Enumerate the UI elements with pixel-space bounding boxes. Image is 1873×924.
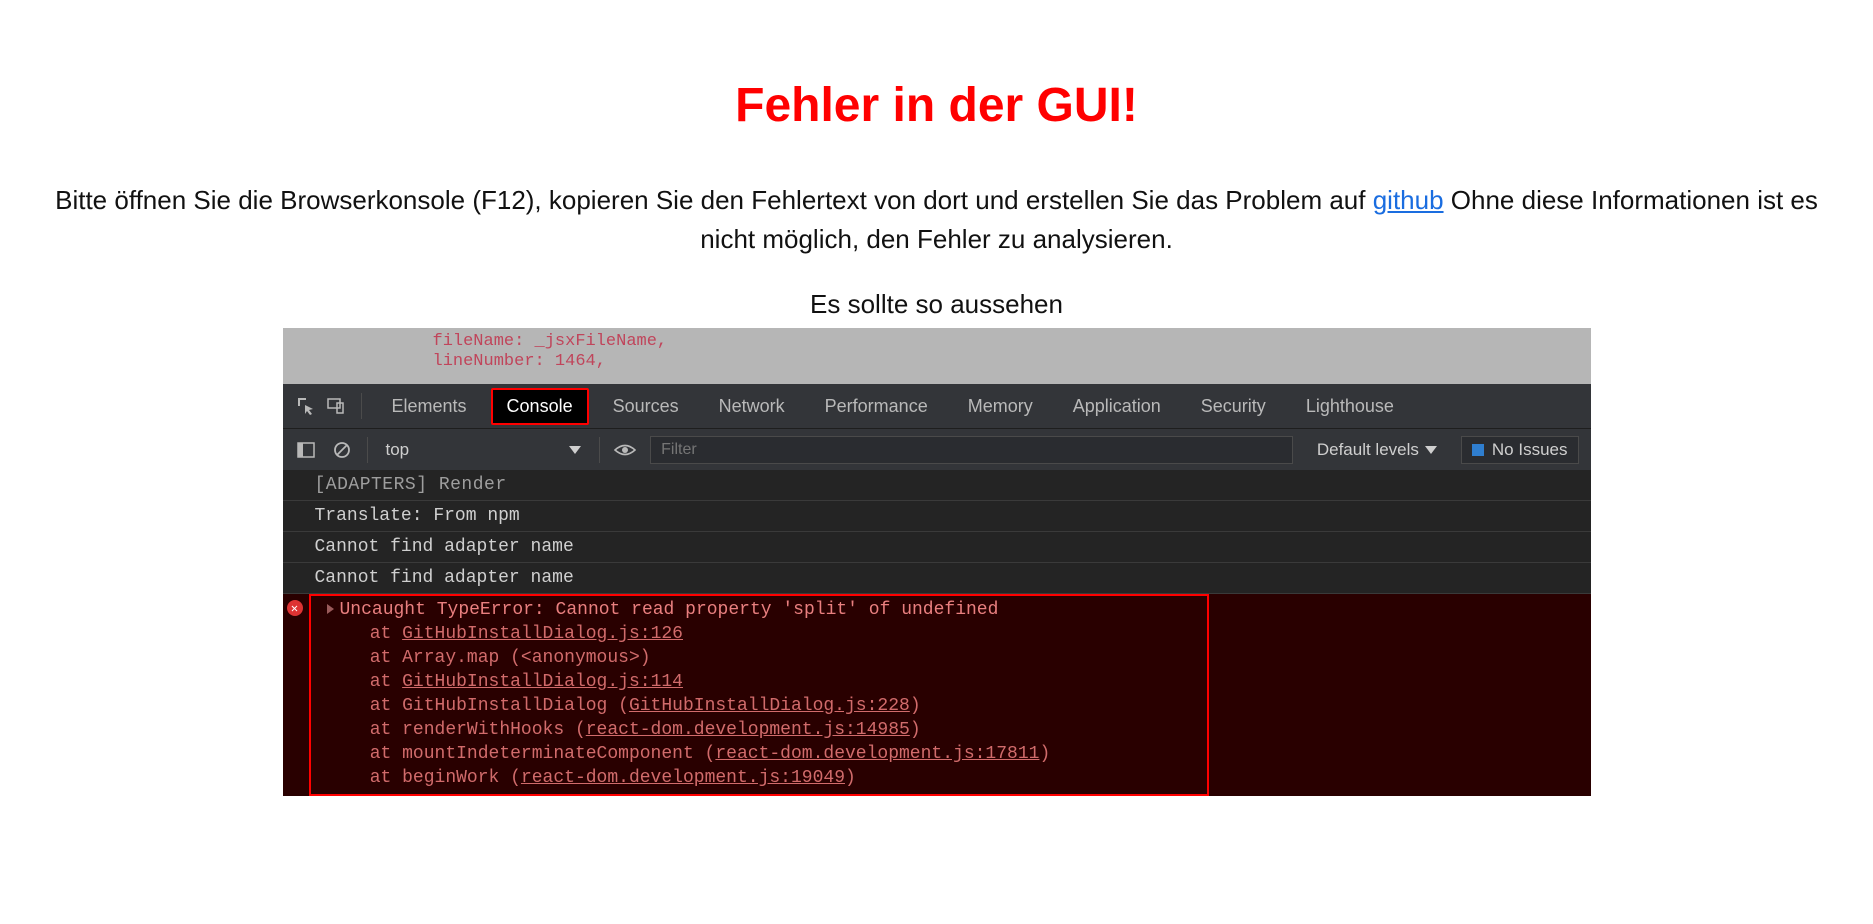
inspect-icon[interactable]	[295, 395, 317, 417]
stack-frame: at Array.map (<anonymous>)	[323, 646, 1591, 670]
chevron-down-icon	[1425, 446, 1437, 454]
devtools-screenshot: fileName: _jsxFileName, lineNumber: 1464…	[283, 328, 1591, 796]
stack-frame: at GitHubInstallDialog.js:114	[323, 670, 1591, 694]
error-page: Fehler in der GUI! Bitte öffnen Sie die …	[0, 0, 1873, 796]
tab-sources[interactable]: Sources	[597, 386, 695, 427]
instruction-before: Bitte öffnen Sie die Browserkonsole (F12…	[55, 185, 1373, 215]
stack-frame: at mountIndeterminateComponent (react-do…	[323, 742, 1591, 766]
stack-frame: at renderWithHooks (react-dom.developmen…	[323, 718, 1591, 742]
log-line: Cannot find adapter name	[283, 532, 1591, 563]
tab-elements[interactable]: Elements	[376, 386, 483, 427]
context-label: top	[386, 440, 410, 460]
live-expression-icon[interactable]	[614, 439, 636, 461]
levels-label: Default levels	[1317, 440, 1419, 460]
console-error-block: ✕ Uncaught TypeError: Cannot read proper…	[283, 594, 1591, 796]
clear-console-icon[interactable]	[331, 439, 353, 461]
divider	[367, 437, 368, 463]
tab-memory[interactable]: Memory	[952, 386, 1049, 427]
chevron-down-icon	[569, 446, 581, 454]
error-message: Uncaught TypeError: Cannot read property…	[323, 598, 1591, 622]
sidebar-toggle-icon[interactable]	[295, 439, 317, 461]
tab-network[interactable]: Network	[703, 386, 801, 427]
divider	[599, 437, 600, 463]
code-line: fileName: _jsxFileName,	[433, 332, 1591, 352]
tab-application[interactable]: Application	[1057, 386, 1177, 427]
source-code-strip: fileName: _jsxFileName, lineNumber: 1464…	[283, 328, 1591, 384]
issues-label: No Issues	[1492, 440, 1568, 460]
tab-console[interactable]: Console	[491, 388, 589, 425]
github-link[interactable]: github	[1373, 185, 1444, 215]
screenshot-caption: Es sollte so aussehen	[0, 289, 1873, 320]
filter-input[interactable]	[650, 436, 1293, 464]
error-icon: ✕	[287, 600, 303, 616]
context-selector[interactable]: top	[382, 440, 586, 460]
instruction-text: Bitte öffnen Sie die Browserkonsole (F12…	[17, 181, 1857, 259]
console-output: [ADAPTERS] Render Translate: From npm Ca…	[283, 470, 1591, 796]
stack-frame: at GitHubInstallDialog (GitHubInstallDia…	[323, 694, 1591, 718]
log-levels-select[interactable]: Default levels	[1307, 440, 1447, 460]
console-filterbar: top Default levels No Issues	[283, 428, 1591, 470]
page-title: Fehler in der GUI!	[0, 78, 1873, 133]
issues-icon	[1472, 444, 1484, 456]
stack-frame: at beginWork (react-dom.development.js:1…	[323, 766, 1591, 790]
log-line: [ADAPTERS] Render	[283, 470, 1591, 501]
issues-chip[interactable]: No Issues	[1461, 436, 1579, 464]
tab-security[interactable]: Security	[1185, 386, 1282, 427]
devtools-tabbar: Elements Console Sources Network Perform…	[283, 384, 1591, 428]
stack-frame: at GitHubInstallDialog.js:126	[323, 622, 1591, 646]
device-toggle-icon[interactable]	[325, 395, 347, 417]
tab-lighthouse[interactable]: Lighthouse	[1290, 386, 1410, 427]
log-line: Cannot find adapter name	[283, 563, 1591, 594]
divider	[361, 393, 362, 419]
tab-performance[interactable]: Performance	[809, 386, 944, 427]
code-line: lineNumber: 1464,	[433, 352, 1591, 372]
log-line: Translate: From npm	[283, 501, 1591, 532]
